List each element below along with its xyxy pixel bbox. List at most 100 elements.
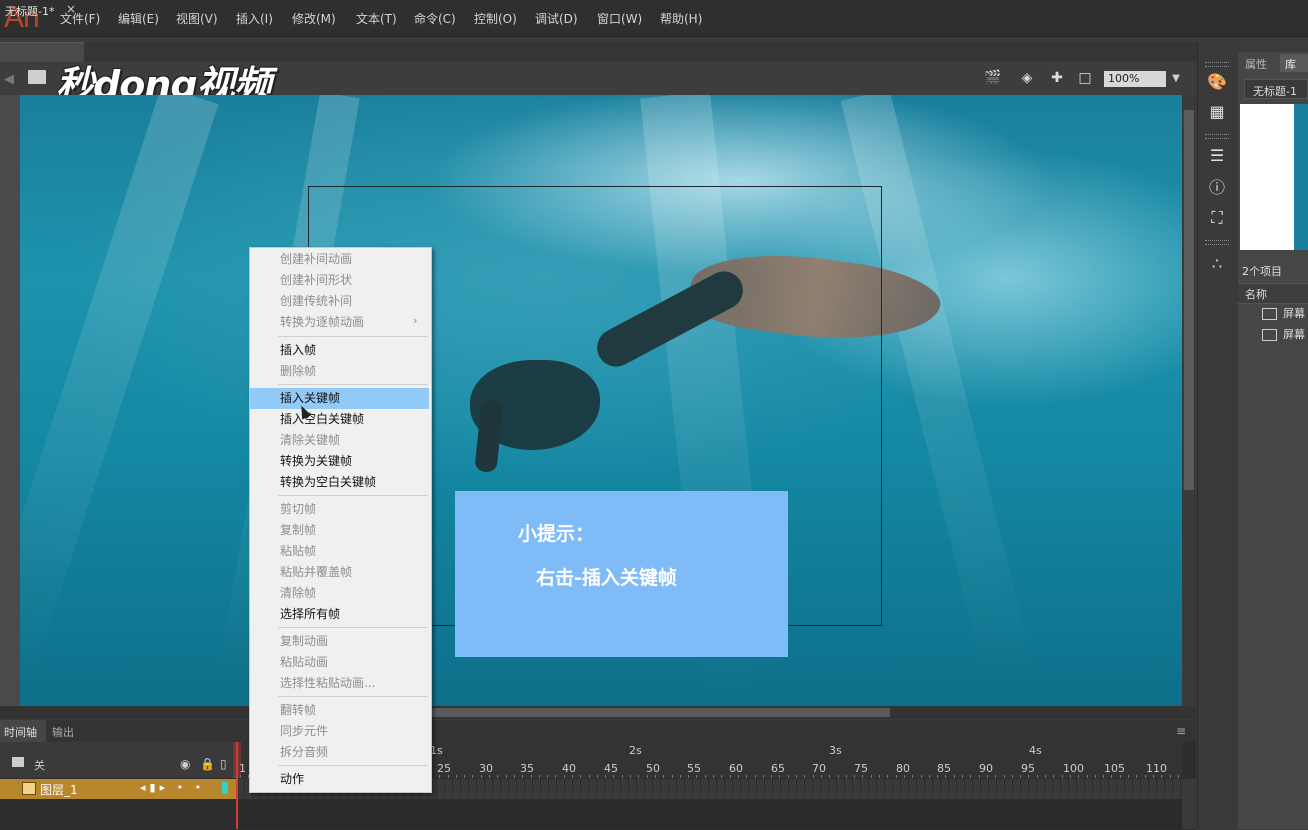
ruler-tick <box>497 775 498 778</box>
context-menu-item[interactable]: 选择性粘贴动画... <box>250 673 429 694</box>
library-item-label: 屏幕 <box>1283 307 1305 320</box>
menu-separator <box>278 765 428 766</box>
back-arrow-icon[interactable]: ◀ <box>4 72 14 87</box>
edit-scene-icon[interactable]: 🎬 <box>984 70 1002 86</box>
ruler-tick <box>613 775 614 778</box>
menu-item[interactable]: 调试(D) <box>535 10 578 27</box>
panel-grip[interactable] <box>1205 62 1229 67</box>
panel-grip[interactable] <box>1205 240 1229 245</box>
eye-icon[interactable]: ◉ <box>180 757 190 771</box>
timeline-frame-number: 40 <box>562 762 576 775</box>
context-menu-item[interactable]: 粘贴动画 <box>250 652 429 673</box>
context-menu-item[interactable]: 创建传统补间 <box>250 291 429 312</box>
timeline-vertical-scrollbar[interactable] <box>1182 779 1196 829</box>
layer-controls[interactable]: ◂▮▸ • • <box>140 781 205 794</box>
frame-number-one: 1 <box>239 762 246 775</box>
swatches-icon[interactable]: ▦ <box>1207 102 1227 122</box>
context-menu-item[interactable]: 清除关键帧 <box>250 430 429 451</box>
ruler-tick <box>945 775 946 778</box>
ruler-tick <box>1145 775 1146 778</box>
edit-symbol-icon[interactable]: ◈ <box>1018 70 1036 86</box>
clip-stage-icon[interactable]: □ <box>1076 70 1094 86</box>
context-menu-item[interactable]: 转换为空白关键帧 <box>250 472 429 493</box>
ruler-tick <box>705 775 706 778</box>
list-item[interactable]: 屏幕 <box>1262 326 1308 344</box>
context-menu-item[interactable]: 选择所有帧 <box>250 604 429 625</box>
menu-item[interactable]: 编辑(E) <box>118 10 159 27</box>
ruler-tick <box>472 775 473 778</box>
transform-icon[interactable]: ⛶ <box>1207 208 1227 228</box>
ruler-tick <box>921 775 922 778</box>
menu-item[interactable]: 控制(O) <box>474 10 517 27</box>
ruler-tick <box>663 775 664 778</box>
menu-item[interactable]: 窗口(W) <box>597 10 642 27</box>
timeline-frame-number: 35 <box>520 762 534 775</box>
ruler-tick <box>580 775 581 778</box>
context-menu-item[interactable]: 插入空白关键帧 <box>250 409 429 430</box>
context-menu-item[interactable]: 删除帧 <box>250 361 429 382</box>
stage-horizontal-scroll-thumb[interactable] <box>430 708 890 717</box>
stage-vertical-scroll-thumb[interactable] <box>1184 110 1194 490</box>
context-menu-item[interactable]: 创建补间形状 <box>250 270 429 291</box>
timeline-menu-icon[interactable]: ≡ <box>1176 724 1186 738</box>
context-menu-item[interactable]: 清除帧 <box>250 583 429 604</box>
tab-library[interactable]: 库 <box>1280 54 1308 72</box>
timeline-second-label: 2s <box>629 744 642 757</box>
menu-item[interactable]: 文本(T) <box>356 10 397 27</box>
zoom-field[interactable]: 100% <box>1104 71 1166 87</box>
context-menu-item[interactable]: 复制帧 <box>250 520 429 541</box>
context-menu-item[interactable]: 复制动画 <box>250 631 429 652</box>
context-menu-item[interactable]: 插入关键帧 <box>250 388 429 409</box>
ruler-tick <box>481 775 482 778</box>
ruler-tick <box>904 775 905 778</box>
lock-icon[interactable]: 🔒 <box>200 757 215 771</box>
context-menu-item[interactable]: 动作 <box>250 769 429 790</box>
context-menu-item[interactable]: 转换为逐帧动画 <box>250 312 429 333</box>
ruler-tick <box>696 775 697 778</box>
context-menu-item[interactable]: 转换为关键帧 <box>250 451 429 472</box>
context-menu-item[interactable]: 粘贴并覆盖帧 <box>250 562 429 583</box>
timeline-second-label: 4s <box>1029 744 1042 757</box>
center-stage-icon[interactable]: ✚ <box>1048 70 1066 86</box>
tab-timeline[interactable]: 时间轴 <box>0 720 46 742</box>
library-item-count: 2个项目 <box>1242 265 1282 278</box>
layer-color-swatch[interactable] <box>222 782 228 794</box>
info-icon[interactable]: ⓘ <box>1207 178 1227 198</box>
scene-icon[interactable] <box>28 70 46 84</box>
outline-icon[interactable]: ▯ <box>220 757 227 771</box>
timeline-tab-row <box>0 720 1196 742</box>
library-column-name[interactable]: 名称 <box>1245 286 1267 302</box>
tab-output[interactable]: 输出 <box>52 724 74 740</box>
ruler-tick <box>1004 775 1005 778</box>
panel-grip[interactable] <box>1205 134 1229 139</box>
context-menu-item[interactable]: 剪切帧 <box>250 499 429 520</box>
menu-item[interactable]: 修改(M) <box>292 10 336 27</box>
library-document-select[interactable]: 无标题-1 <box>1244 79 1308 99</box>
context-menu-item[interactable]: 插入帧 <box>250 340 429 361</box>
context-menu-item[interactable]: 创建补间动画 <box>250 249 429 270</box>
context-menu-item[interactable]: 同步元件 <box>250 721 429 742</box>
list-item[interactable]: 屏幕 <box>1262 305 1308 323</box>
tab-properties[interactable]: 属性 <box>1245 56 1267 72</box>
layers-icon[interactable] <box>12 757 24 767</box>
layer-name[interactable]: 图层_1 <box>40 781 78 798</box>
context-menu-item[interactable]: 翻转帧 <box>250 700 429 721</box>
menu-item[interactable]: 命令(C) <box>414 10 456 27</box>
ruler-tick <box>1153 775 1154 778</box>
timeline-frame-number: 75 <box>854 762 868 775</box>
ruler-tick <box>439 775 440 778</box>
close-tab-button[interactable]: × <box>66 2 76 16</box>
menu-item[interactable]: 视图(V) <box>176 10 218 27</box>
ruler-tick <box>622 775 623 778</box>
context-menu-item[interactable]: 粘贴帧 <box>250 541 429 562</box>
align-icon[interactable]: ☰ <box>1207 146 1227 166</box>
playhead[interactable] <box>236 742 238 829</box>
ruler-tick <box>738 775 739 778</box>
menu-item[interactable]: 插入(I) <box>236 10 273 27</box>
context-menu-item[interactable]: 拆分音频 <box>250 742 429 763</box>
chevron-down-icon[interactable]: ▼ <box>1168 71 1184 87</box>
menu-item[interactable]: 帮助(H) <box>660 10 702 27</box>
color-palette-icon[interactable]: 🎨 <box>1207 72 1227 92</box>
components-icon[interactable]: ∴ <box>1207 254 1227 274</box>
menu-separator <box>278 696 428 697</box>
